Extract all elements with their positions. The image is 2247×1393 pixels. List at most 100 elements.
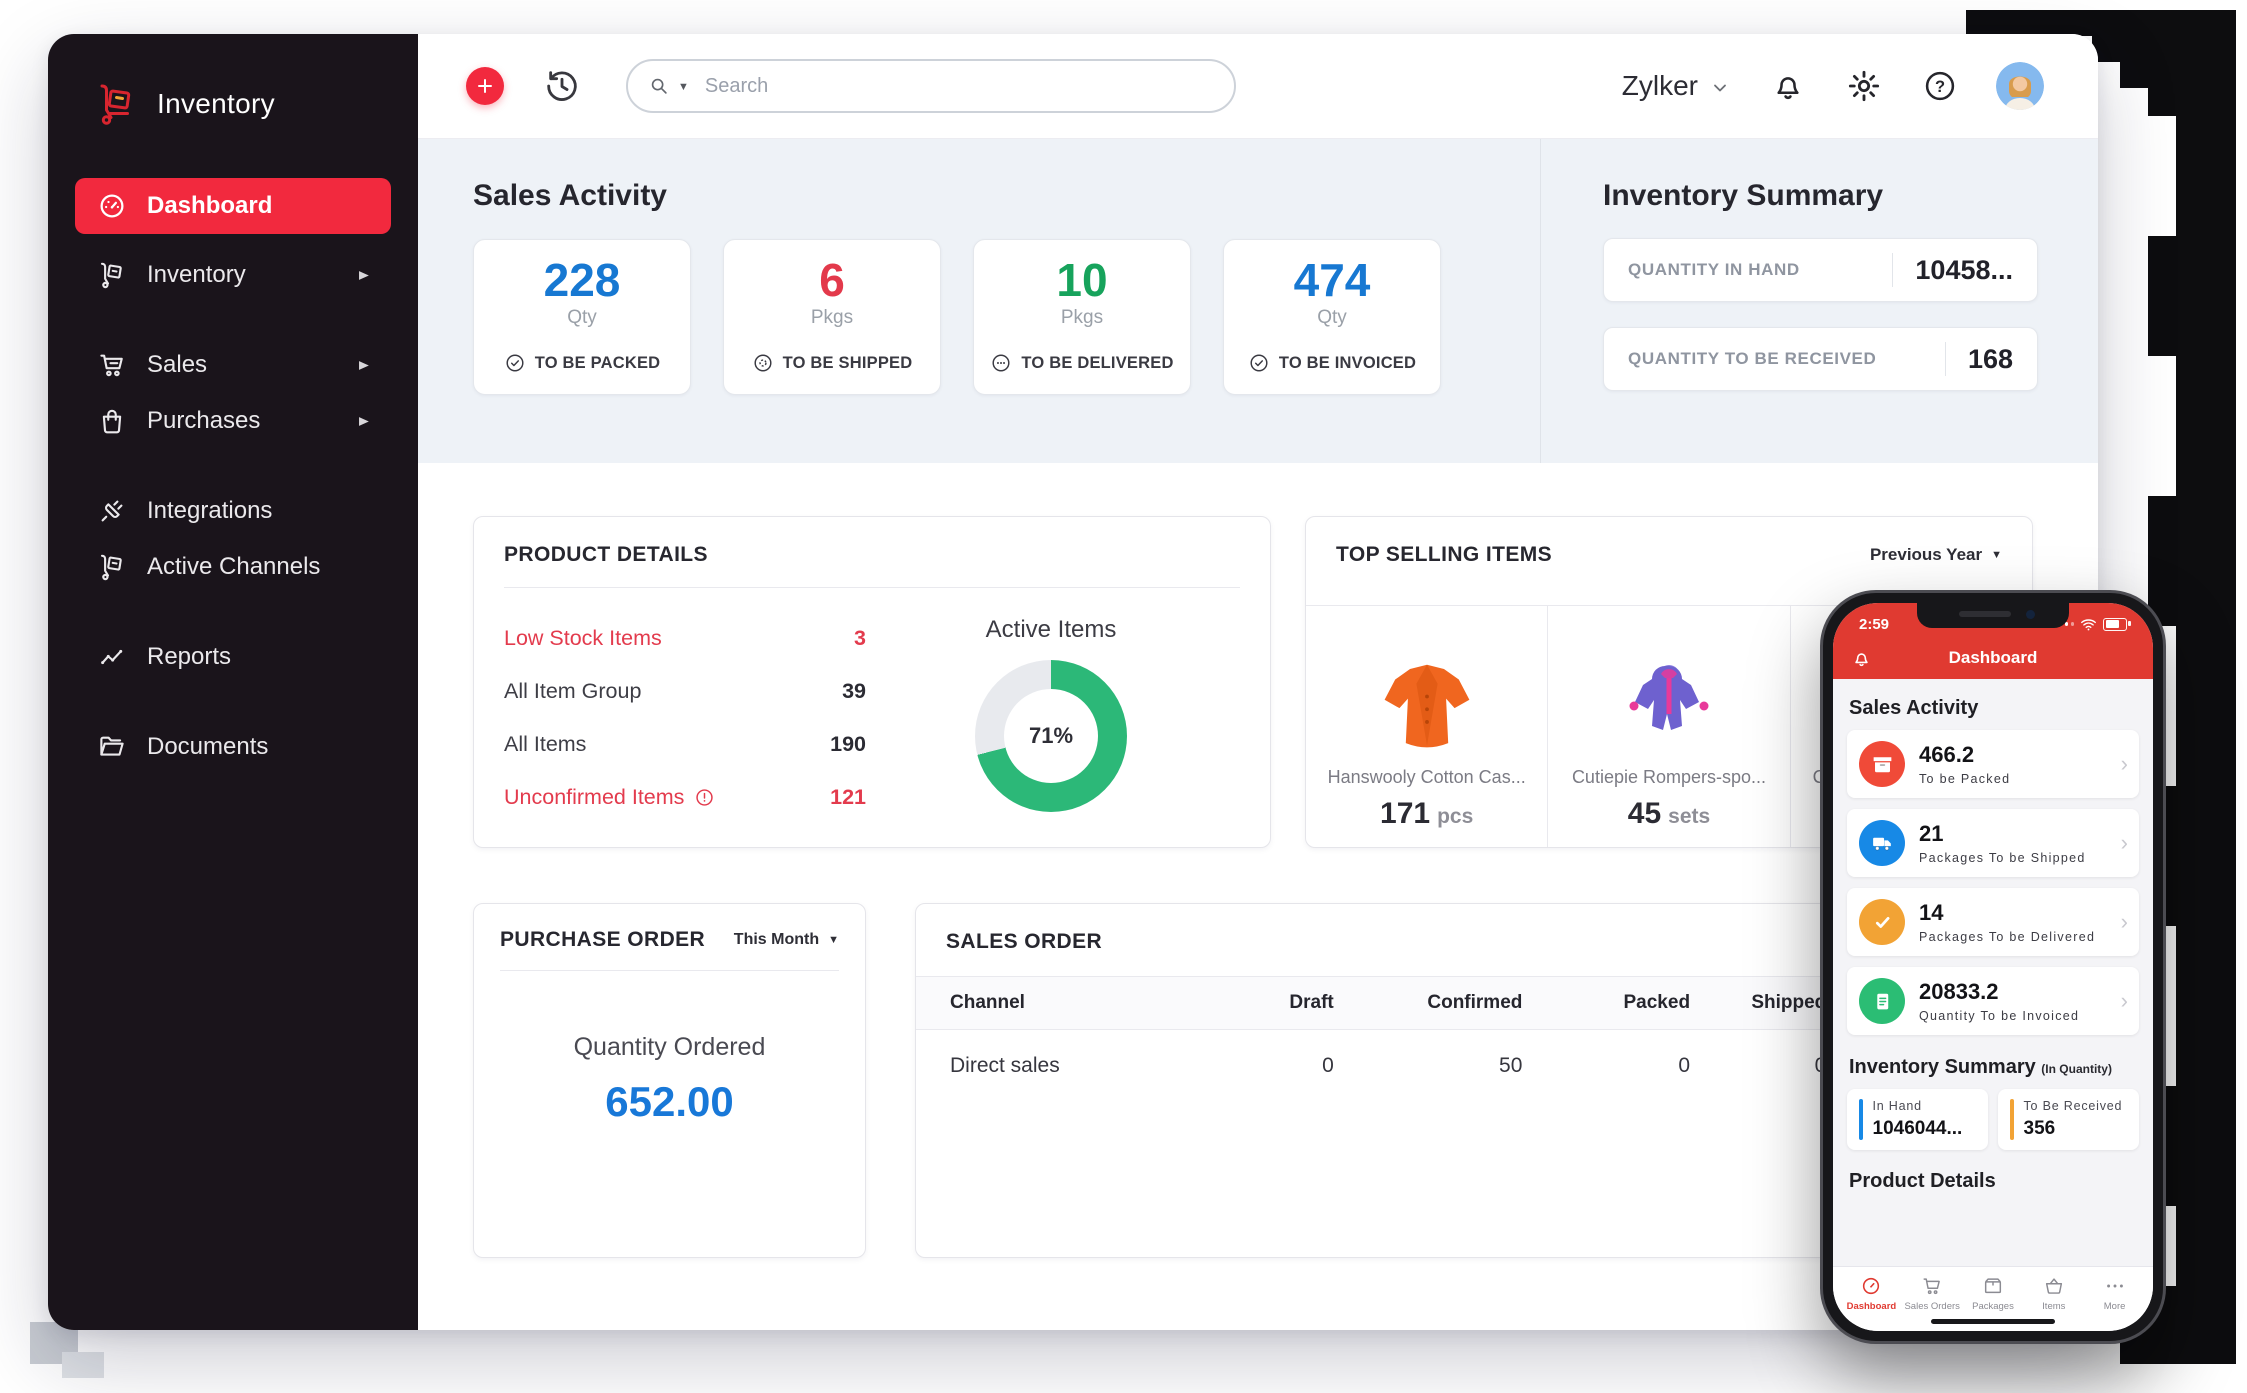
chevron-right-icon: › xyxy=(2121,909,2128,935)
sidebar-item-label: Documents xyxy=(147,733,268,761)
recent-history-button[interactable] xyxy=(542,66,582,106)
row-label: All Item Group xyxy=(504,679,641,704)
document-icon xyxy=(1870,989,1895,1014)
product-unit: pcs xyxy=(1437,805,1473,828)
ellipsis-circle-icon xyxy=(990,352,1012,374)
org-switcher[interactable]: Zylker xyxy=(1622,70,1730,102)
pixel-deco xyxy=(2176,626,2236,786)
sidebar-item-label: Sales xyxy=(147,351,207,379)
sidebar-item-label: Reports xyxy=(147,643,231,671)
sidebar: Inventory Dashboard xyxy=(48,34,418,1330)
purchase-order-card: PURCHASE ORDER This Month ▼ Quantity Ord… xyxy=(473,903,866,1258)
topbar: ▼ Zylker xyxy=(418,34,2098,139)
sidebar-item-active-channels[interactable]: Active Channels xyxy=(75,539,391,595)
kpi-label: TO BE INVOICED xyxy=(1279,354,1416,373)
svg-text:?: ? xyxy=(1935,78,1945,96)
top-selling-item[interactable]: Hanswooly Cotton Cas... 171pcs xyxy=(1306,606,1547,847)
notifications-button[interactable] xyxy=(1770,68,1806,104)
check-circle-icon xyxy=(504,352,526,374)
purchase-order-period-dropdown[interactable]: This Month ▼ xyxy=(734,931,839,949)
product-qty: 45 xyxy=(1628,797,1661,830)
user-avatar-image xyxy=(1996,62,2044,110)
phone-tab-items: Items xyxy=(2023,1275,2084,1312)
sidebar-item-label: Inventory xyxy=(147,261,246,289)
col-draft: Draft xyxy=(1202,992,1338,1014)
quick-create-button[interactable] xyxy=(466,67,504,105)
cart-icon xyxy=(97,350,127,380)
row-all-item-group[interactable]: All Item Group 39 xyxy=(504,665,866,718)
sales-activity-title: Sales Activity xyxy=(473,179,1540,213)
row-value: 3 xyxy=(854,626,866,651)
chevron-down-icon xyxy=(1710,78,1730,98)
kpi-value: 6 xyxy=(819,256,845,304)
phone-summary-in-hand: In Hand 1046044... xyxy=(1847,1089,1988,1150)
kpi-value: 10 xyxy=(1056,256,1107,304)
sidebar-item-inventory[interactable]: Inventory ▶ xyxy=(75,247,391,303)
sidebar-item-documents[interactable]: Documents xyxy=(75,719,391,775)
phone-sales-activity-title: Sales Activity xyxy=(1849,697,2137,720)
phone-kpi-label: Packages To be Shipped xyxy=(1919,851,2086,865)
top-selling-period-dropdown[interactable]: Previous Year ▼ xyxy=(1870,545,2002,565)
sidebar-item-sales[interactable]: Sales ▶ xyxy=(75,337,391,393)
wifi-icon xyxy=(2080,618,2097,631)
row-low-stock-items[interactable]: Low Stock Items 3 xyxy=(504,612,866,665)
sidebar-item-integrations[interactable]: Integrations xyxy=(75,483,391,539)
bell-icon xyxy=(1770,68,1806,104)
kpi-band: Sales Activity 228 Qty TO BE PACKED xyxy=(418,139,2098,463)
sidebar-item-label: Purchases xyxy=(147,407,260,435)
period-label: Previous Year xyxy=(1870,545,1982,565)
row-unconfirmed-items[interactable]: Unconfirmed Items 121 xyxy=(504,771,866,824)
chart-line-icon xyxy=(97,642,127,672)
phone-kpi-label: Packages To be Delivered xyxy=(1919,930,2095,944)
col-packed: Packed xyxy=(1526,992,1694,1014)
pixel-deco xyxy=(2176,116,2236,236)
active-items-donut-chart: 71% xyxy=(975,660,1127,812)
phone-clock: 2:59 xyxy=(1859,616,1889,633)
sidebar-item-reports[interactable]: Reports xyxy=(75,629,391,685)
gauge-icon xyxy=(97,191,127,221)
row-label: Unconfirmed Items xyxy=(504,785,684,810)
row-value: 121 xyxy=(830,785,866,810)
phone-kpi-packages-to-be-shipped: 21 Packages To be Shipped › xyxy=(1847,809,2139,877)
app-window: Inventory Dashboard xyxy=(48,34,2098,1330)
phone-body: 2:59 xyxy=(1820,590,2166,1344)
kpi-unit: Pkgs xyxy=(1061,307,1103,329)
kpi-card-to-be-delivered[interactable]: 10 Pkgs TO BE DELIVERED xyxy=(973,239,1191,395)
more-dots-icon xyxy=(2104,1275,2126,1297)
global-search[interactable]: ▼ xyxy=(626,59,1236,113)
phone-summary-label: To Be Received xyxy=(2024,1099,2123,1113)
phone-tab-packages: Packages xyxy=(1963,1275,2024,1312)
settings-button[interactable] xyxy=(1846,68,1882,104)
avatar[interactable] xyxy=(1996,62,2044,110)
pixel-deco xyxy=(2176,1206,2236,1286)
top-selling-item[interactable]: Cutiepie Rompers-spo... 45sets xyxy=(1547,606,1789,847)
phone-kpi-value: 14 xyxy=(1919,900,2095,926)
donut-percent-label: 71% xyxy=(975,660,1127,812)
pixel-deco xyxy=(1966,10,2236,36)
search-input[interactable] xyxy=(703,74,1214,99)
phone-summary-value: 1046044... xyxy=(1873,1118,1963,1140)
sidebar-item-purchases[interactable]: Purchases ▶ xyxy=(75,393,391,449)
phone-kpi-value: 466.2 xyxy=(1919,742,2010,768)
target-circle-icon xyxy=(752,352,774,374)
cell-draft: 0 xyxy=(1202,1054,1338,1078)
row-all-items[interactable]: All Items 190 xyxy=(504,718,866,771)
chevron-right-icon: ▶ xyxy=(359,268,369,282)
phone-mockup: 2:59 xyxy=(1820,590,2166,1344)
cell-confirmed: 50 xyxy=(1338,1054,1527,1078)
kpi-card-to-be-invoiced[interactable]: 474 Qty TO BE INVOICED xyxy=(1223,239,1441,395)
sidebar-item-label: Integrations xyxy=(147,497,272,525)
phone-kpi-label: To be Packed xyxy=(1919,772,2010,786)
phone-page-title: Dashboard xyxy=(1833,648,2153,668)
cell-channel: Direct sales xyxy=(950,1054,1202,1078)
divider xyxy=(1892,253,1893,287)
sidebar-item-dashboard[interactable]: Dashboard xyxy=(75,178,391,234)
kpi-card-to-be-packed[interactable]: 228 Qty TO BE PACKED xyxy=(473,239,691,395)
phone-summary-value: 356 xyxy=(2024,1118,2123,1140)
summary-value: 10458... xyxy=(1915,255,2013,286)
search-scope-dropdown-icon[interactable]: ▼ xyxy=(678,81,689,93)
kpi-card-to-be-shipped[interactable]: 6 Pkgs TO BE SHIPPED xyxy=(723,239,941,395)
help-button[interactable]: ? xyxy=(1922,68,1958,104)
phone-notch xyxy=(1917,603,2069,628)
product-image-cardigan xyxy=(1363,620,1491,758)
